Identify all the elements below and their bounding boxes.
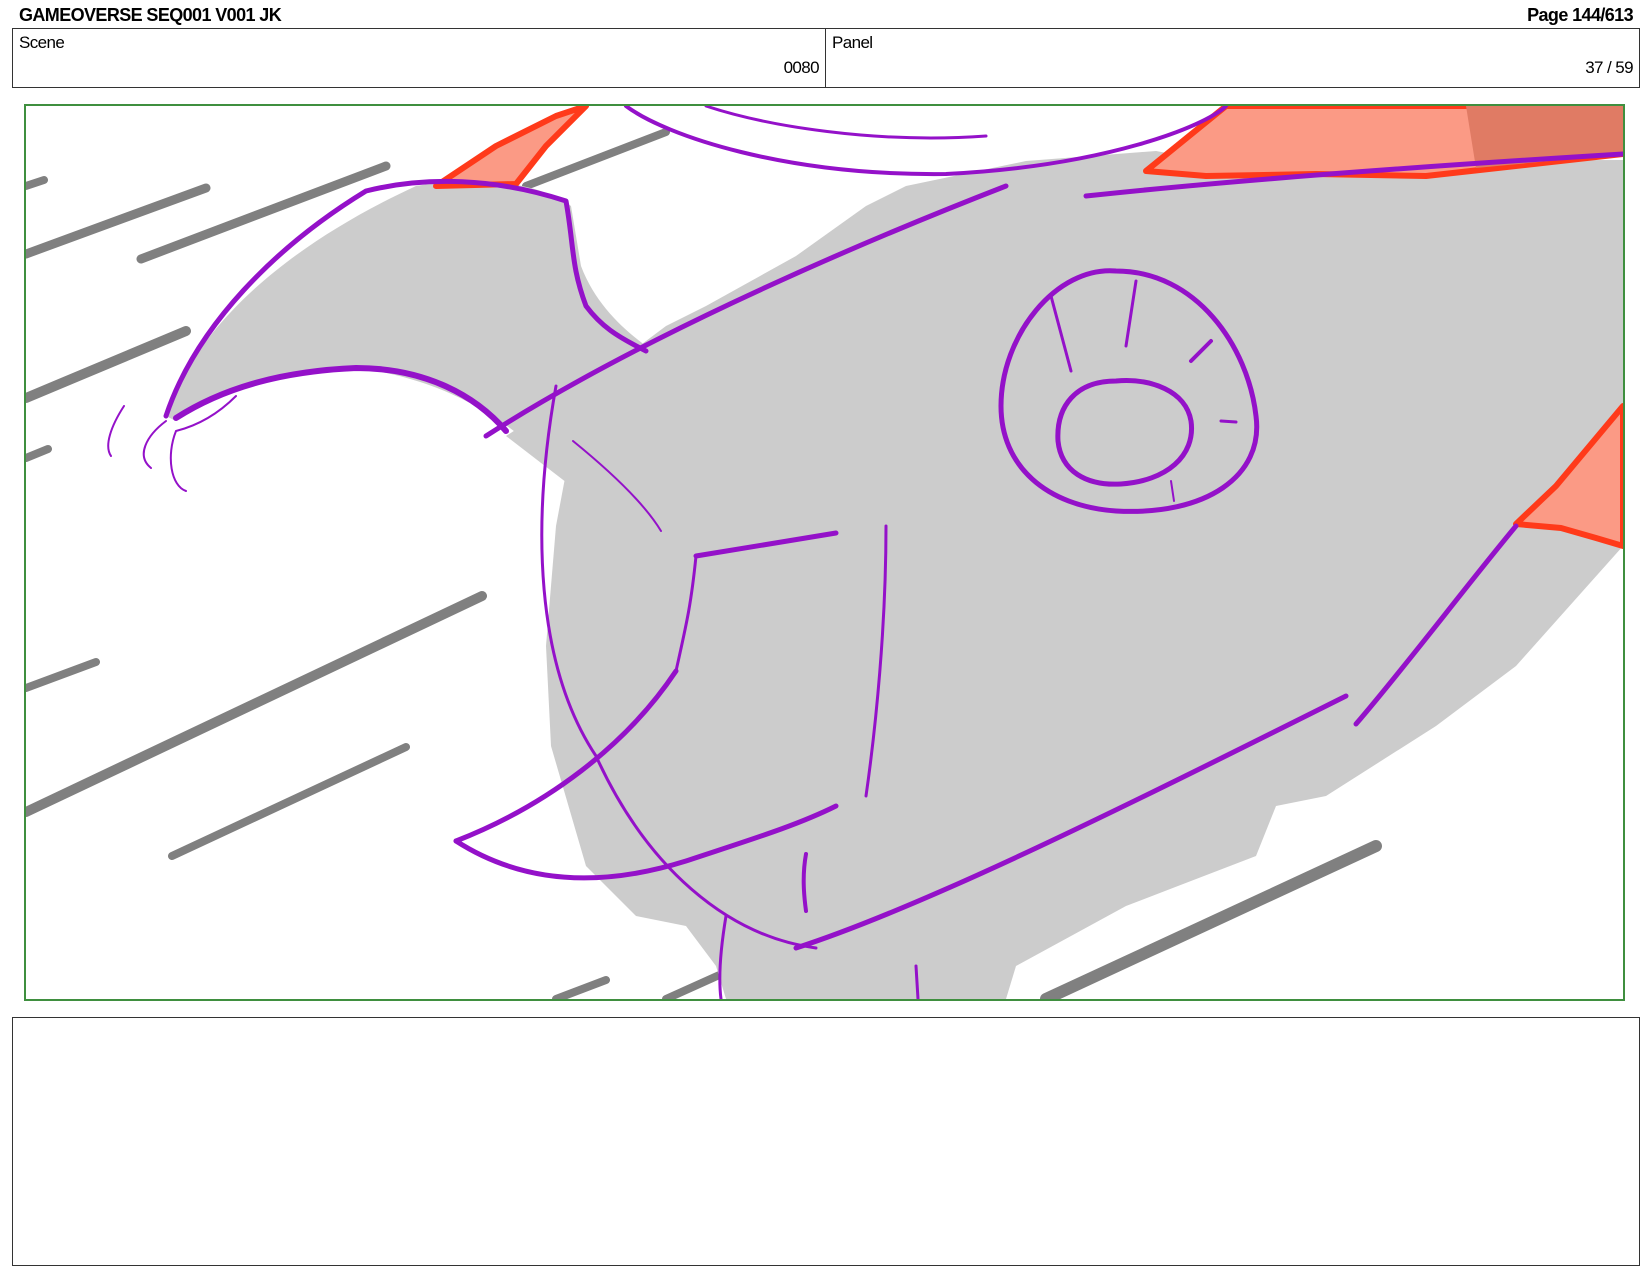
shot-info-row: Scene 0080 Panel 37 / 59	[12, 28, 1640, 88]
scene-cell: Scene 0080	[13, 29, 826, 87]
speed-line	[26, 591, 487, 817]
speed-line	[552, 976, 610, 999]
panel-cell: Panel 37 / 59	[826, 29, 1639, 87]
speed-line	[26, 176, 48, 190]
document-title: GAMEOVERSE SEQ001 V001 JK	[19, 5, 282, 25]
speed-line	[26, 658, 100, 692]
scene-label: Scene	[19, 33, 65, 52]
speed-line	[26, 326, 191, 403]
panel-notes-box	[12, 1017, 1640, 1266]
storyboard-panel-frame	[24, 104, 1625, 1001]
creature-fill	[166, 151, 1623, 999]
panel-number: 37 / 59	[1585, 58, 1633, 77]
storyboard-sketch	[26, 106, 1623, 999]
page-number: Page 144/613	[1527, 5, 1633, 25]
speed-line	[168, 743, 410, 860]
hood-curve-inner	[704, 106, 988, 140]
eye-tick	[1219, 419, 1238, 424]
leg-stroke	[801, 852, 808, 913]
panel-label: Panel	[832, 33, 873, 52]
speed-line	[26, 445, 52, 462]
scene-number: 0080	[783, 58, 820, 77]
